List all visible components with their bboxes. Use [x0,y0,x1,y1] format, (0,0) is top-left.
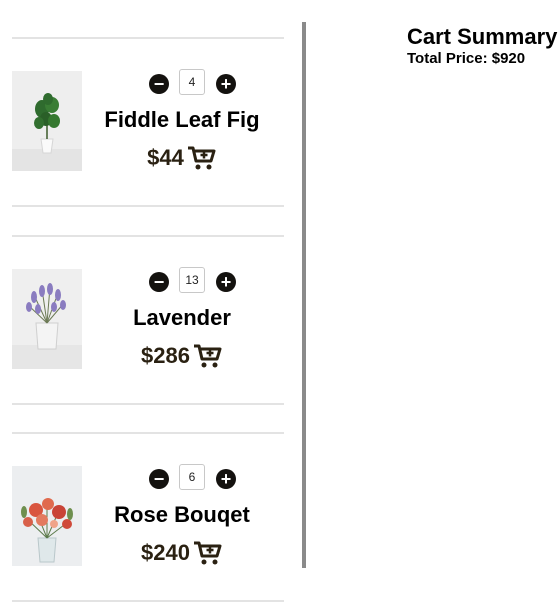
cart-item-list: − + Fiddle Leaf Fig $44 [0,0,300,602]
cart-summary-title: Cart Summary [407,24,558,49]
rose-bouquet-image [12,466,82,566]
cart-item: − + Rose Bouqet $240 [12,432,284,602]
product-name: Lavender [133,305,231,330]
plus-circle-icon: + [220,469,232,489]
minus-circle-icon: − [153,469,165,489]
quantity-stepper: − + [147,267,243,297]
vertical-divider [302,22,306,568]
product-price: $240 [141,540,190,565]
fiddle-leaf-fig-image [12,71,82,171]
plus-circle-icon: + [220,272,232,292]
decrease-quantity-button[interactable]: − [149,272,169,292]
quantity-input[interactable] [179,267,205,293]
minus-circle-icon: − [153,74,165,94]
cart-plus-icon [193,344,222,368]
add-to-cart-button[interactable] [193,343,223,369]
price-row: $286 [94,343,270,369]
increase-quantity-button[interactable]: + [216,74,236,94]
quantity-stepper: − + [147,464,243,494]
lavender-image [12,269,82,369]
product-price: $44 [147,145,184,170]
price-row: $240 [94,540,270,566]
product-price: $286 [141,343,190,368]
quantity-stepper: − + [147,69,243,99]
cart-item: − + Lavender $286 [12,235,284,405]
price-row: $44 [94,145,270,171]
cart-plus-icon [187,146,216,170]
increase-quantity-button[interactable]: + [216,272,236,292]
quantity-input[interactable] [179,464,205,490]
product-name: Rose Bouqet [114,502,250,527]
increase-quantity-button[interactable]: + [216,469,236,489]
plus-circle-icon: + [220,74,232,94]
product-name: Fiddle Leaf Fig [104,107,260,132]
add-to-cart-button[interactable] [187,145,217,171]
add-to-cart-button[interactable] [193,540,223,566]
decrease-quantity-button[interactable]: − [149,469,169,489]
cart-item: − + Fiddle Leaf Fig $44 [12,37,284,207]
total-price: Total Price: $920 [407,50,526,67]
cart-summary: Cart Summary Total Price: $920 [407,24,559,68]
decrease-quantity-button[interactable]: − [149,74,169,94]
minus-circle-icon: − [153,272,165,292]
cart-plus-icon [193,541,222,565]
quantity-input[interactable] [179,69,205,95]
